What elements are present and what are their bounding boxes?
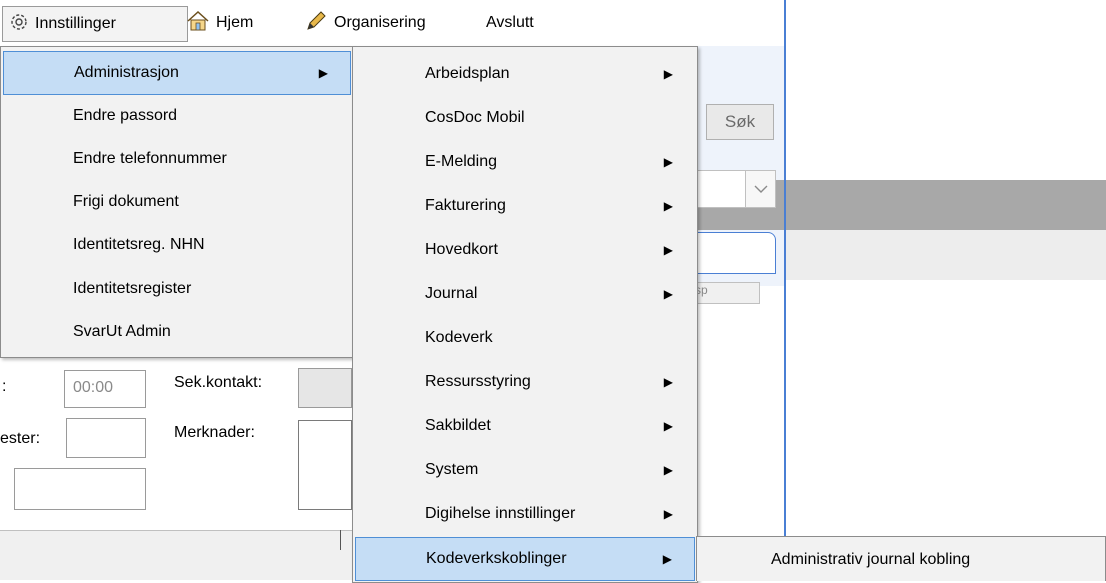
menu-item-endre-passord[interactable]: Endre passord xyxy=(3,95,351,137)
chevron-down-icon[interactable] xyxy=(745,171,775,207)
light-band xyxy=(786,230,1106,280)
tab-outline xyxy=(690,232,776,274)
submenu-arrow-icon: ▶ xyxy=(663,419,673,433)
window-border xyxy=(784,0,786,545)
kodeverkskoblinger-submenu: Administrativ journal kobling xyxy=(696,536,1106,581)
merknader-label: Merknader: xyxy=(174,424,255,441)
time-input[interactable]: 00:00 xyxy=(64,370,146,408)
merknader-textarea[interactable] xyxy=(298,420,352,510)
submenu-arrow-icon: ▶ xyxy=(663,199,673,213)
search-button[interactable]: Søk xyxy=(706,104,774,140)
menu-item-administrativ-journal-kobling[interactable]: Administrativ journal kobling xyxy=(697,537,1105,582)
menu-item-ressursstyring[interactable]: Ressursstyring ▶ xyxy=(355,361,695,403)
ester-label: ester: xyxy=(0,430,41,447)
menu-item-digihelse-innstillinger[interactable]: Digihelse innstillinger ▶ xyxy=(355,493,695,535)
menu-item-frigi-dokument[interactable]: Frigi dokument xyxy=(3,181,351,223)
menu-item-arbeidsplan[interactable]: Arbeidsplan ▶ xyxy=(355,53,695,95)
submenu-arrow-icon: ▶ xyxy=(663,243,673,257)
sek-kontakt-input[interactable] xyxy=(298,368,352,408)
pencil-icon xyxy=(304,9,328,38)
menu-item-svarut-admin[interactable]: SvarUt Admin xyxy=(3,311,351,353)
menubar-organisering[interactable]: Organisering xyxy=(298,6,432,40)
time-label: : xyxy=(2,378,7,395)
menu-item-endre-telefonnummer[interactable]: Endre telefonnummer xyxy=(3,138,351,180)
gear-icon xyxy=(9,12,29,37)
divider xyxy=(340,530,341,550)
menu-item-system[interactable]: System ▶ xyxy=(355,449,695,491)
submenu-arrow-icon: ▶ xyxy=(663,155,673,169)
menu-item-sakbildet[interactable]: Sakbildet ▶ xyxy=(355,405,695,447)
menubar-avslutt-label: Avslutt xyxy=(486,14,534,31)
sek-kontakt-label: Sek.kontakt: xyxy=(174,374,263,391)
combo-box[interactable] xyxy=(696,170,776,208)
bottom-bar xyxy=(0,530,360,580)
menu-item-hovedkort[interactable]: Hovedkort ▶ xyxy=(355,229,695,271)
submenu-arrow-icon: ▶ xyxy=(663,67,673,81)
submenu-arrow-icon: ▶ xyxy=(662,552,672,566)
text-input[interactable] xyxy=(14,468,146,510)
menu-item-identitetsreg-nhn[interactable]: Identitetsreg. NHN xyxy=(3,224,351,266)
submenu-arrow-icon: ▶ xyxy=(318,66,328,80)
submenu-arrow-icon: ▶ xyxy=(663,287,673,301)
menu-item-kodeverk[interactable]: Kodeverk xyxy=(355,317,695,359)
submenu-arrow-icon: ▶ xyxy=(663,463,673,477)
submenu-arrow-icon: ▶ xyxy=(663,375,673,389)
menu-item-fakturering[interactable]: Fakturering ▶ xyxy=(355,185,695,227)
menubar-innstillinger[interactable]: Innstillinger xyxy=(2,6,188,42)
menubar-innstillinger-label: Innstillinger xyxy=(35,15,116,32)
innstillinger-menu: Administrasjon ▶ Endre passord Endre tel… xyxy=(0,46,354,358)
menu-item-administrasjon[interactable]: Administrasjon ▶ xyxy=(3,51,351,95)
menubar-organisering-label: Organisering xyxy=(334,14,426,31)
menu-bar: Innstillinger Hjem Organisering Avslutt xyxy=(0,0,786,46)
menubar-avslutt[interactable]: Avslutt xyxy=(480,6,540,40)
menu-item-kodeverkskoblinger[interactable]: Kodeverkskoblinger ▶ xyxy=(355,537,695,581)
menu-item-cosdoc-mobil[interactable]: CosDoc Mobil xyxy=(355,97,695,139)
home-icon xyxy=(186,10,210,37)
administrasjon-submenu: Arbeidsplan ▶ CosDoc Mobil E-Melding ▶ F… xyxy=(352,46,698,583)
submenu-arrow-icon: ▶ xyxy=(663,507,673,521)
menubar-hjem[interactable]: Hjem xyxy=(180,6,259,40)
gray-band-right xyxy=(786,180,1106,230)
menu-item-identitetsregister[interactable]: Identitetsregister xyxy=(3,268,351,310)
ester-input[interactable] xyxy=(66,418,146,458)
menu-item-journal[interactable]: Journal ▶ xyxy=(355,273,695,315)
menubar-hjem-label: Hjem xyxy=(216,14,254,31)
tab-inner-button[interactable]: sp xyxy=(690,282,760,304)
menu-item-e-melding[interactable]: E-Melding ▶ xyxy=(355,141,695,183)
